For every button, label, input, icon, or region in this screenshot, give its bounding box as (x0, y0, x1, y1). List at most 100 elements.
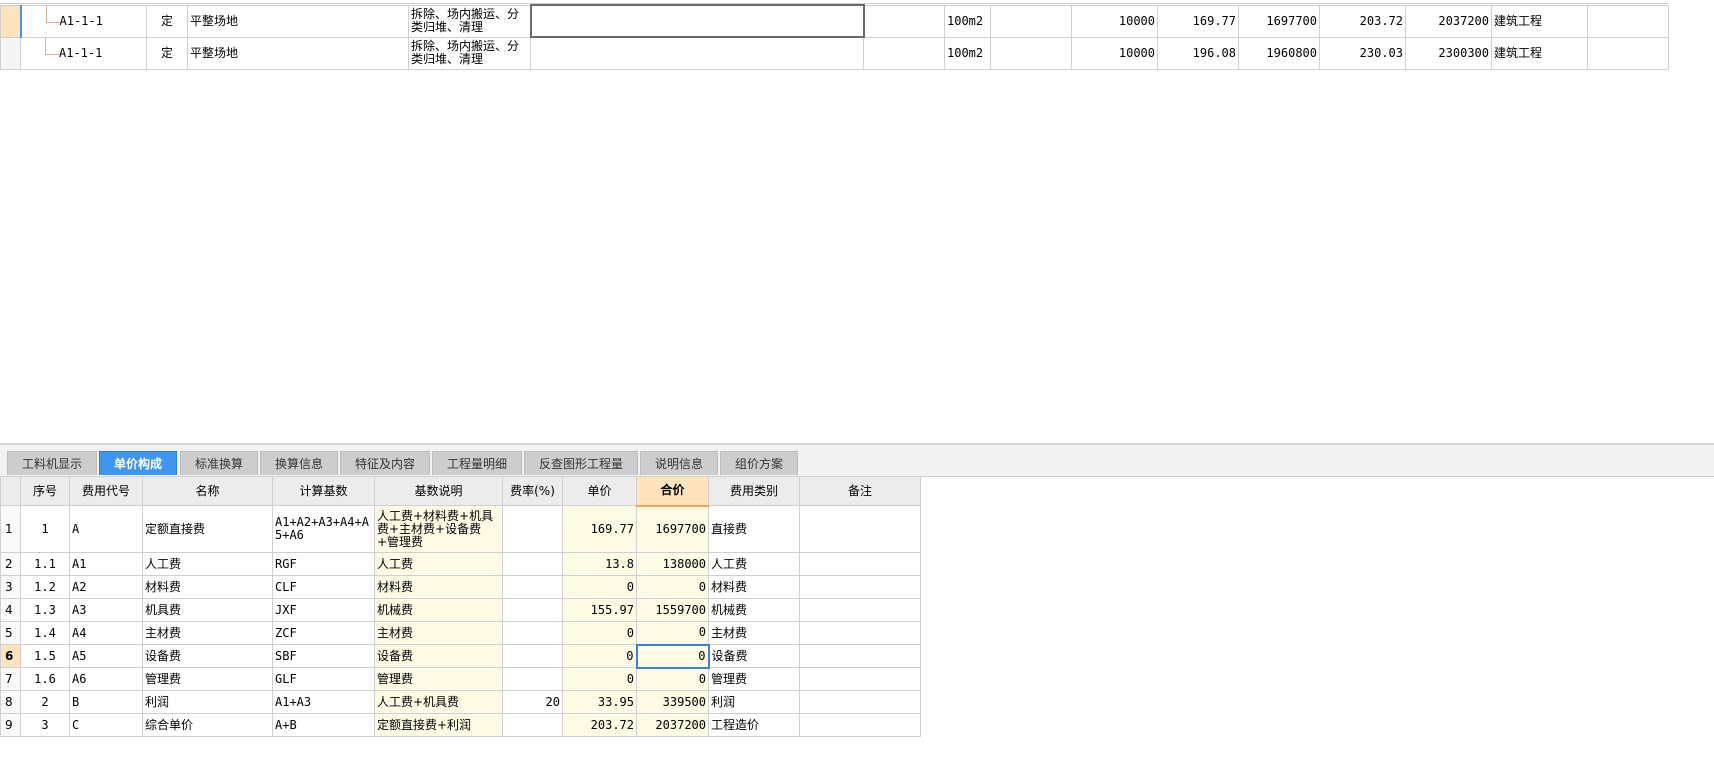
code-cell[interactable]: A3 (69, 598, 143, 622)
quota-qty-cell[interactable]: 10000 (1071, 36, 1158, 70)
blank-cell[interactable] (990, 4, 1072, 38)
total-cell[interactable]: 339500 (636, 690, 709, 714)
table-row[interactable]: 5 1.4 A4 主材费 ZCF 主材费 0 0 主材费 (0, 621, 921, 645)
rate-cell[interactable] (502, 598, 563, 622)
table-row[interactable]: 8 2 B 利润 A1+A3 人工费+机具费 20 33.95 339500 利润 (0, 690, 921, 714)
header-seq[interactable]: 序号 (20, 476, 70, 506)
header-note[interactable]: 备注 (799, 476, 921, 506)
base-desc-cell[interactable]: 机械费 (374, 598, 503, 622)
quota-composite-unit-price-cell[interactable]: 230.03 (1319, 36, 1406, 70)
code-cell[interactable]: A2 (69, 575, 143, 599)
header-rate[interactable]: 费率(%) (502, 476, 563, 506)
name-cell[interactable]: 设备费 (142, 644, 273, 668)
category-cell[interactable]: 利润 (708, 690, 800, 714)
row-header[interactable] (0, 4, 22, 38)
base-desc-cell[interactable]: 主材费 (374, 621, 503, 645)
table-row[interactable]: 1 1 A 定额直接费 A1+A2+A3+A4+A5+A6 人工费+材料费+机具费+主材费… (0, 505, 921, 553)
quota-row[interactable]: A1-1-1 定 平整场地 拆除、场内搬运、分类归堆、清理 100m2 1000… (0, 4, 1669, 38)
note-cell[interactable] (799, 644, 921, 668)
quota-code-cell[interactable]: A1-1-1 (20, 36, 147, 70)
category-cell[interactable]: 主材费 (708, 621, 800, 645)
base-desc-cell[interactable]: 人工费+材料费+机具费+主材费+设备费+管理费 (374, 505, 503, 553)
tab-quantity-detail[interactable]: 工程量明细 (432, 451, 522, 475)
seq-cell[interactable]: 1.3 (20, 598, 70, 622)
code-cell[interactable]: A4 (69, 621, 143, 645)
name-cell[interactable]: 主材费 (142, 621, 273, 645)
header-name[interactable]: 名称 (142, 476, 273, 506)
tab-pricing-scheme[interactable]: 组价方案 (720, 451, 798, 475)
name-cell[interactable]: 机具费 (142, 598, 273, 622)
quota-category-cell[interactable]: 建筑工程 (1491, 36, 1588, 70)
note-cell[interactable] (799, 690, 921, 714)
table-row[interactable]: 7 1.6 A6 管理费 GLF 管理费 0 0 管理费 (0, 667, 921, 691)
note-cell[interactable] (799, 667, 921, 691)
row-header[interactable] (0, 36, 21, 70)
base-cell[interactable]: CLF (272, 575, 375, 599)
row-number-cell[interactable]: 8 (0, 690, 21, 714)
note-cell[interactable] (799, 621, 921, 645)
base-desc-cell[interactable]: 设备费 (374, 644, 503, 668)
quota-composite-total-cell[interactable]: 2037200 (1405, 4, 1492, 38)
code-cell[interactable]: A6 (69, 667, 143, 691)
corner-header[interactable] (0, 476, 21, 506)
quota-composite-unit-price-cell[interactable]: 203.72 (1319, 4, 1406, 38)
rate-cell[interactable] (502, 667, 563, 691)
note-cell[interactable] (799, 552, 921, 576)
tab-standard-conversion[interactable]: 标准换算 (180, 451, 258, 475)
quota-qty-cell[interactable]: 10000 (1071, 4, 1158, 38)
name-cell[interactable]: 材料费 (142, 575, 273, 599)
tab-unit-price-composition[interactable]: 单价构成 (99, 451, 177, 475)
row-number-cell[interactable]: 3 (0, 575, 21, 599)
base-cell[interactable]: JXF (272, 598, 375, 622)
base-cell[interactable]: RGF (272, 552, 375, 576)
name-cell[interactable]: 利润 (142, 690, 273, 714)
unit-price-cell[interactable]: 13.8 (562, 552, 637, 576)
row-number-cell[interactable]: 1 (0, 505, 21, 553)
category-cell[interactable]: 直接费 (708, 505, 800, 553)
category-cell[interactable]: 管理费 (708, 667, 800, 691)
total-cell[interactable]: 0 (636, 575, 709, 599)
quota-row[interactable]: A1-1-1 定 平整场地 拆除、场内搬运、分类归堆、清理 100m2 1000… (0, 36, 1669, 70)
header-code[interactable]: 费用代号 (69, 476, 143, 506)
total-cell[interactable]: 138000 (636, 552, 709, 576)
name-cell[interactable]: 人工费 (142, 552, 273, 576)
note-cell[interactable] (799, 505, 921, 553)
quota-unit-cell[interactable]: 100m2 (944, 4, 991, 38)
unit-price-cell[interactable]: 0 (562, 621, 637, 645)
base-desc-cell[interactable]: 人工费+机具费 (374, 690, 503, 714)
unit-price-cell[interactable]: 0 (562, 575, 637, 599)
category-cell[interactable]: 机械费 (708, 598, 800, 622)
tab-conversion-info[interactable]: 换算信息 (260, 451, 338, 475)
total-cell[interactable]: 0 (636, 667, 709, 691)
active-edit-cell[interactable] (529, 4, 865, 38)
row-number-cell[interactable]: 4 (0, 598, 21, 622)
seq-cell[interactable]: 1.1 (20, 552, 70, 576)
blank-cell[interactable] (863, 36, 945, 70)
header-category[interactable]: 费用类别 (708, 476, 800, 506)
code-cell[interactable]: B (69, 690, 143, 714)
unit-price-cell[interactable]: 203.72 (562, 713, 637, 737)
quota-composite-total-cell[interactable]: 2300300 (1405, 36, 1492, 70)
name-cell[interactable]: 管理费 (142, 667, 273, 691)
note-cell[interactable] (799, 598, 921, 622)
rate-cell[interactable] (502, 713, 563, 737)
row-number-cell[interactable]: 6 (0, 644, 21, 668)
tab-description-info[interactable]: 说明信息 (640, 451, 718, 475)
base-desc-cell[interactable]: 定额直接费+利润 (374, 713, 503, 737)
quota-unit-cell[interactable]: 100m2 (944, 36, 991, 70)
seq-cell[interactable]: 2 (20, 690, 70, 714)
row-number-cell[interactable]: 7 (0, 667, 21, 691)
name-cell[interactable]: 定额直接费 (142, 505, 273, 553)
header-unit-price[interactable]: 单价 (562, 476, 637, 506)
quota-total-cell[interactable]: 1697700 (1238, 4, 1320, 38)
seq-cell[interactable]: 1.5 (20, 644, 70, 668)
total-cell[interactable]: 0 (635, 643, 710, 669)
total-cell[interactable]: 0 (636, 621, 709, 645)
tab-features-content[interactable]: 特征及内容 (340, 451, 430, 475)
header-base-desc[interactable]: 基数说明 (374, 476, 503, 506)
category-cell[interactable]: 工程造价 (708, 713, 800, 737)
base-desc-cell[interactable]: 管理费 (374, 667, 503, 691)
table-row[interactable]: 6 1.5 A5 设备费 SBF 设备费 0 0 设备费 (0, 643, 921, 669)
quota-feature-cell[interactable]: 拆除、场内搬运、分类归堆、清理 (408, 36, 531, 70)
quota-type-cell[interactable]: 定 (146, 36, 188, 70)
